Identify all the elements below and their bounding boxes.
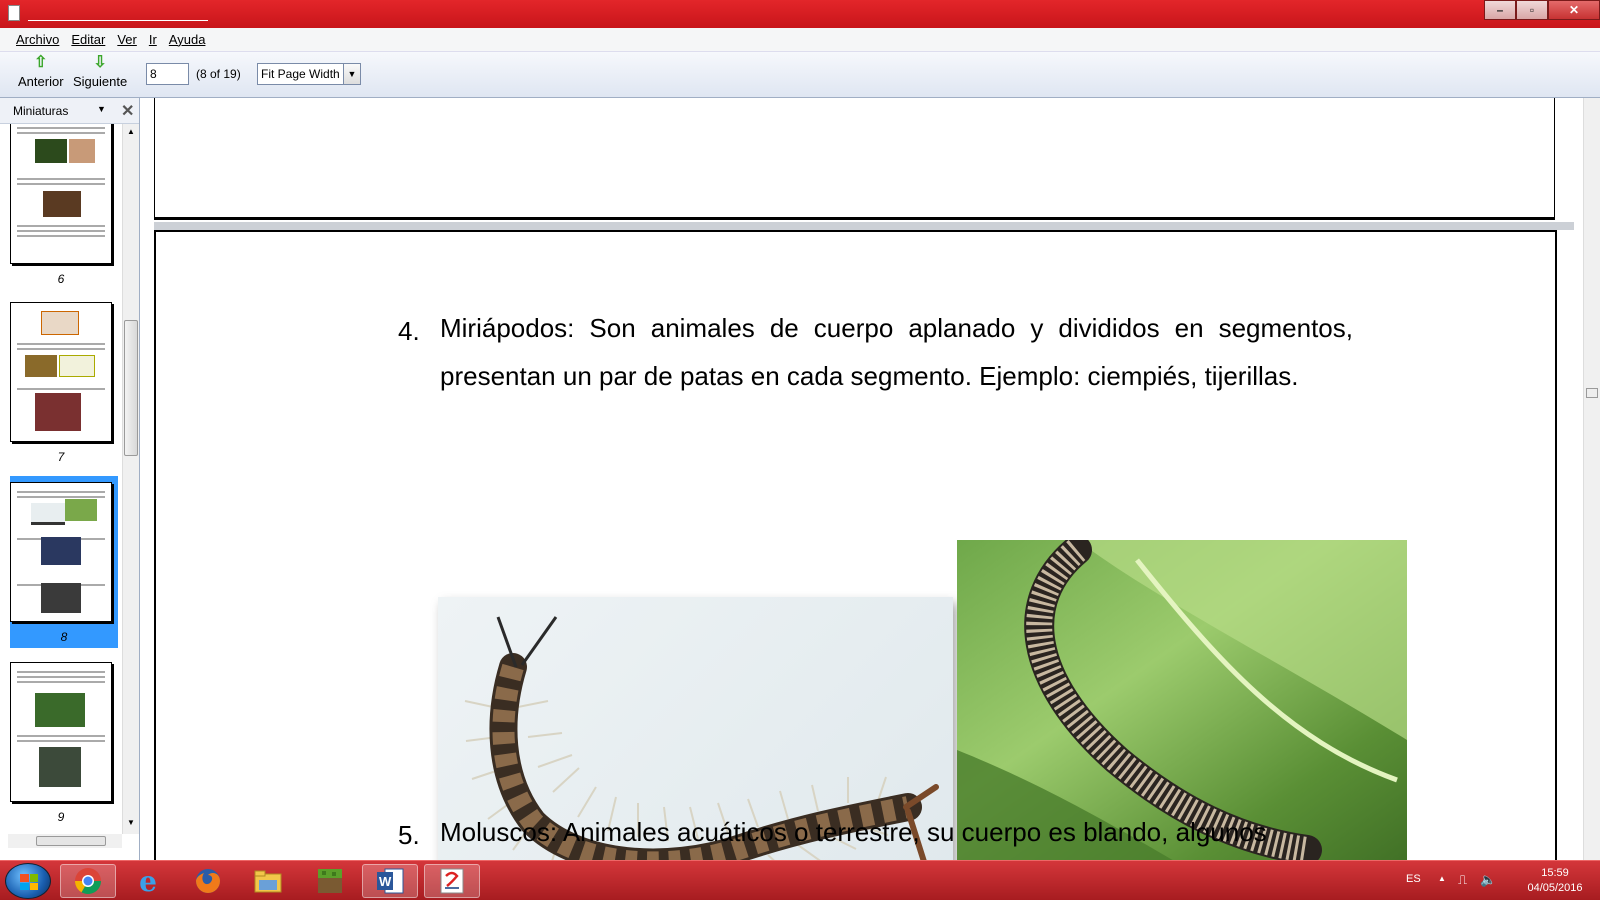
svg-text:W: W	[379, 874, 392, 889]
previous-page-button[interactable]: ⇧ Anterior	[18, 54, 64, 90]
taskbar-file-explorer[interactable]	[240, 864, 296, 898]
restore-button[interactable]: ▫	[1516, 0, 1548, 20]
menu-archivo[interactable]: Archivo	[10, 32, 65, 47]
thumbnail-image	[10, 662, 112, 802]
taskbar-minecraft[interactable]	[302, 864, 358, 898]
title-bar: – ▫ ✕	[0, 0, 1600, 28]
pdf-reader-icon	[440, 868, 464, 894]
word-icon: W	[377, 868, 404, 894]
sidebar-scrollbar[interactable]: ▲ ▼	[122, 124, 139, 834]
list-item-text: Moluscos: Animales acuáticos o terrestre…	[440, 817, 1267, 847]
document-view[interactable]: 4. Miriápodos: Son animales de cuerpo ap…	[140, 98, 1600, 860]
next-label: Siguiente	[73, 74, 128, 89]
document-scrollbar[interactable]	[1583, 98, 1600, 860]
close-button[interactable]: ✕	[1548, 0, 1600, 20]
menu-ver[interactable]: Ver	[111, 32, 143, 47]
chrome-icon	[74, 868, 102, 895]
list-number: 4.	[398, 316, 420, 346]
folder-icon	[254, 870, 282, 893]
arrow-up-icon: ⇧	[34, 54, 48, 71]
language-indicator[interactable]: ES	[1406, 873, 1421, 885]
document-scrollbar-thumb[interactable]	[1586, 388, 1598, 398]
internet-explorer-icon: e	[139, 864, 157, 898]
thumbnail-image	[10, 482, 112, 622]
page-count: (8 of 19)	[196, 67, 241, 81]
network-icon[interactable]: ⎍	[1458, 872, 1467, 888]
minimize-button[interactable]: –	[1484, 0, 1516, 20]
firefox-icon	[196, 869, 220, 893]
zoom-value: Fit Page Width	[261, 67, 340, 81]
chevron-down-icon[interactable]: ▼	[343, 64, 360, 84]
next-page-button[interactable]: ⇩ Siguiente	[73, 54, 128, 90]
system-tray: ES ▲ ⎍ 🔈 15:59 04/05/2016	[1400, 861, 1600, 900]
menu-ayuda[interactable]: Ayuda	[163, 32, 212, 47]
menu-ir[interactable]: Ir	[143, 32, 163, 47]
taskbar: e W ES ▲ ⎍ 🔈 15:59 04/05/2016	[0, 860, 1600, 900]
taskbar-internet-explorer[interactable]: e	[120, 864, 176, 898]
menu-bar: Archivo Editar Ver Ir Ayuda	[0, 28, 1600, 52]
taskbar-chrome[interactable]	[60, 864, 116, 898]
sidebar-scrollbar-thumb[interactable]	[124, 320, 138, 456]
thumbnail-page-8[interactable]: 8	[10, 476, 118, 648]
thumbnail-image	[10, 302, 112, 442]
scroll-down-icon[interactable]: ▼	[127, 818, 135, 827]
window-controls: – ▫ ✕	[1484, 0, 1600, 20]
volume-icon[interactable]: 🔈	[1480, 872, 1496, 888]
scroll-up-icon[interactable]: ▲	[127, 127, 135, 136]
taskbar-pdf-reader[interactable]	[424, 864, 480, 898]
clock-time: 15:59	[1541, 867, 1569, 879]
clock-date: 04/05/2016	[1527, 882, 1583, 894]
app-icon	[8, 5, 20, 21]
taskbar-word[interactable]: W	[362, 864, 418, 898]
close-icon[interactable]: ✕	[121, 101, 134, 121]
show-hidden-icons-icon[interactable]: ▲	[1438, 874, 1446, 883]
thumbnail-page-number: 9	[57, 810, 65, 824]
list-number: 5.	[398, 820, 420, 850]
sidebar-header: Miniaturas ▼ ✕	[0, 98, 139, 124]
page-gap	[154, 222, 1574, 230]
thumbnail-page-6[interactable]: 6	[10, 124, 112, 286]
zoom-select[interactable]: Fit Page Width ▼	[257, 63, 361, 85]
thumbnail-image	[10, 124, 112, 264]
thumbnail-page-number: 8	[60, 630, 68, 644]
thumbnail-page-number: 7	[57, 450, 65, 464]
previous-page	[154, 98, 1555, 220]
sidebar-hscrollbar[interactable]	[8, 834, 122, 848]
current-page: 4. Miriápodos: Son animales de cuerpo ap…	[154, 230, 1557, 860]
windows-logo-icon	[20, 874, 38, 890]
previous-label: Anterior	[18, 74, 64, 89]
sidebar-title[interactable]: Miniaturas	[13, 104, 68, 118]
menu-editar[interactable]: Editar	[65, 32, 111, 47]
thumbnail-page-7[interactable]: 7	[10, 302, 112, 464]
thumbnail-list: 6 7 8 9	[0, 124, 122, 844]
sidebar-hscrollbar-thumb[interactable]	[36, 836, 106, 846]
page-number-input[interactable]	[146, 63, 189, 85]
chevron-down-icon[interactable]: ▼	[97, 104, 106, 114]
thumbnail-page-number: 6	[57, 272, 65, 286]
start-button[interactable]	[5, 863, 51, 899]
list-item-text: Miriápodos: Son animales de cuerpo aplan…	[440, 313, 1353, 391]
window-title	[28, 5, 208, 21]
thumbnail-sidebar: Miniaturas ▼ ✕ 6 7 8 9 ▲ ▼	[0, 98, 140, 860]
clock[interactable]: 15:59 04/05/2016	[1515, 866, 1595, 896]
toolbar: ⇧ Anterior ⇩ Siguiente (8 of 19) Fit Pag…	[0, 52, 1600, 98]
thumbnail-page-9[interactable]: 9	[10, 662, 112, 824]
minecraft-icon	[318, 869, 342, 893]
taskbar-firefox[interactable]	[180, 864, 236, 898]
arrow-down-icon: ⇩	[93, 54, 107, 71]
